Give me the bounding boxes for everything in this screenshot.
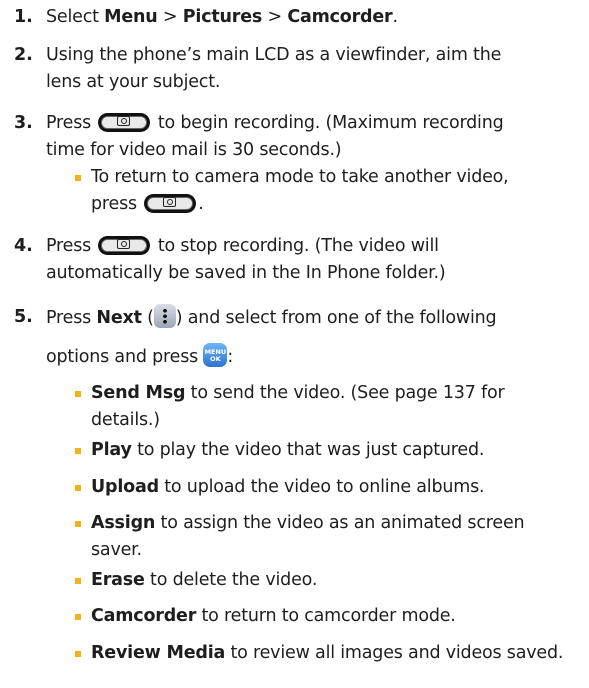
step-3-line-1: Press to begin recording. (Maximum recor… [46, 112, 504, 133]
step-1-text: Select Menu > Pictures > Camcorder. [46, 7, 398, 27]
bullet-icon [75, 521, 81, 527]
bullet-icon [75, 651, 81, 657]
step-5-line-1: Press Next () and select from one of the… [46, 304, 497, 330]
step-3-number: 3. [14, 113, 33, 133]
bullet-icon [75, 485, 81, 491]
step-4-line-1: Press to stop recording. (The video will [46, 235, 439, 256]
step-5-line-2: options and press MENU OK : [46, 343, 233, 369]
option-send-msg: Send Msg to send the video. (See page 13… [91, 383, 505, 403]
bullet-icon [75, 448, 81, 454]
step-2-line-1: Using the phone’s main LCD as a viewfind… [46, 45, 502, 65]
bullet-icon [75, 614, 81, 620]
step-4-line-2: automatically be saved in the In Phone f… [46, 263, 446, 283]
option-play: Play to play the video that was just cap… [91, 440, 485, 460]
step-2-line-2: lens at your subject. [46, 72, 221, 92]
menu-label: Menu [104, 7, 158, 27]
camera-key-icon [98, 235, 151, 255]
option-send-msg-line-2: details.) [91, 410, 160, 430]
camera-key-icon [98, 112, 151, 132]
option-erase: Erase to delete the video. [91, 570, 318, 590]
next-softkey-icon [153, 304, 176, 328]
bullet-icon [75, 175, 81, 181]
option-camcorder: Camcorder to return to camcorder mode. [91, 606, 456, 626]
option-assign: Assign to assign the video as an animate… [91, 513, 525, 533]
bullet-icon [75, 578, 81, 584]
camera-key-icon [144, 193, 197, 213]
step-2-number: 2. [14, 45, 33, 65]
menu-ok-key-icon: MENU OK [203, 343, 228, 367]
pictures-label: Pictures [182, 7, 263, 27]
option-upload: Upload to upload the video to online alb… [91, 477, 485, 497]
step-3-line-2: time for video mail is 30 seconds.) [46, 140, 342, 160]
step-3-bullet-line-2: press . [91, 193, 204, 214]
step-3-bullet-line-1: To return to camera mode to take another… [91, 167, 509, 187]
next-label: Next [96, 308, 142, 328]
camcorder-label: Camcorder [287, 7, 393, 27]
option-review-media: Review Media to review all images and vi… [91, 643, 564, 663]
step-5-number: 5. [14, 307, 33, 327]
step-1-number: 1. [14, 7, 33, 27]
step-4-number: 4. [14, 236, 33, 256]
option-assign-line-2: saver. [91, 540, 142, 560]
instruction-page: 1. Select Menu > Pictures > Camcorder. 2… [0, 0, 589, 688]
bullet-icon [75, 391, 81, 397]
